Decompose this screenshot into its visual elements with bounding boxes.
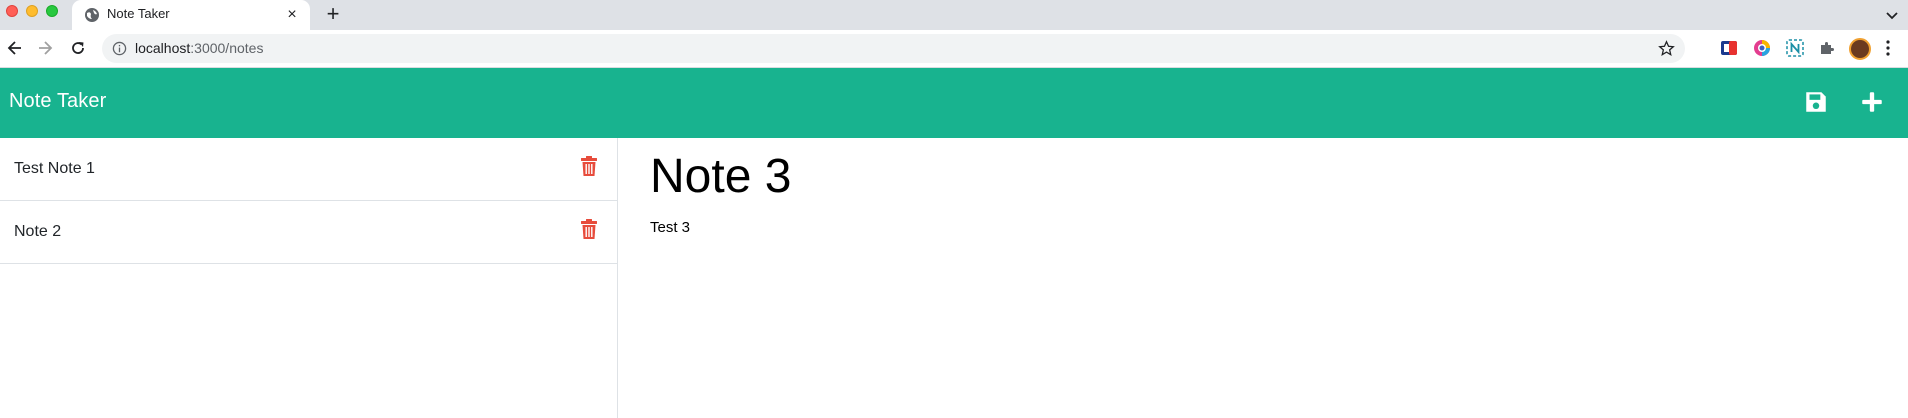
window-minimize-button[interactable] <box>26 5 38 17</box>
chevron-down-icon[interactable] <box>1882 5 1902 25</box>
globe-icon <box>85 8 99 22</box>
note-title-input[interactable]: Note 3 <box>650 148 791 206</box>
note-title[interactable]: Note 2 <box>14 223 61 241</box>
note-editor: Note 3 Test 3 <box>618 138 1908 418</box>
list-item[interactable]: Test Note 1 <box>0 138 617 201</box>
puzzle-icon[interactable] <box>1818 39 1836 57</box>
browser-tab[interactable]: Note Taker × <box>72 0 310 30</box>
extension-color-ring-icon[interactable] <box>1753 39 1771 57</box>
extension-n-icon[interactable] <box>1786 39 1804 57</box>
tab-close-icon[interactable]: × <box>282 5 302 25</box>
bookmark-star-icon[interactable] <box>1658 40 1675 57</box>
reload-icon[interactable] <box>68 38 88 58</box>
browser-tab-strip: Note Taker × + <box>0 0 1908 30</box>
note-text-area[interactable]: Test 3 <box>650 219 690 236</box>
app-header: Note Taker <box>0 68 1908 138</box>
address-bar[interactable]: localhost:3000/notes <box>102 34 1685 63</box>
trash-icon[interactable] <box>580 219 598 240</box>
window-close-button[interactable] <box>6 5 18 17</box>
save-icon[interactable] <box>1803 89 1829 115</box>
new-tab-button[interactable]: + <box>322 3 344 26</box>
info-icon[interactable] <box>112 41 127 56</box>
list-item[interactable]: Note 2 <box>0 201 617 264</box>
kebab-menu-icon[interactable] <box>1882 39 1894 57</box>
plus-icon[interactable] <box>1859 89 1885 115</box>
app-title[interactable]: Note Taker <box>9 90 106 113</box>
forward-arrow-icon[interactable] <box>35 38 55 58</box>
browser-toolbar: localhost:3000/notes <box>0 30 1908 68</box>
extension-red-blue-icon[interactable] <box>1720 39 1738 57</box>
note-title[interactable]: Test Note 1 <box>14 160 95 178</box>
back-arrow-icon[interactable] <box>5 38 25 58</box>
window-maximize-button[interactable] <box>46 5 58 17</box>
profile-avatar[interactable] <box>1849 38 1871 60</box>
url-host: localhost <box>135 40 191 56</box>
url-text: localhost:3000/notes <box>135 40 263 56</box>
url-path: :3000/notes <box>190 40 264 56</box>
tab-title: Note Taker <box>107 6 170 21</box>
notes-list: Test Note 1 Note 2 <box>0 138 618 418</box>
trash-icon[interactable] <box>580 156 598 177</box>
